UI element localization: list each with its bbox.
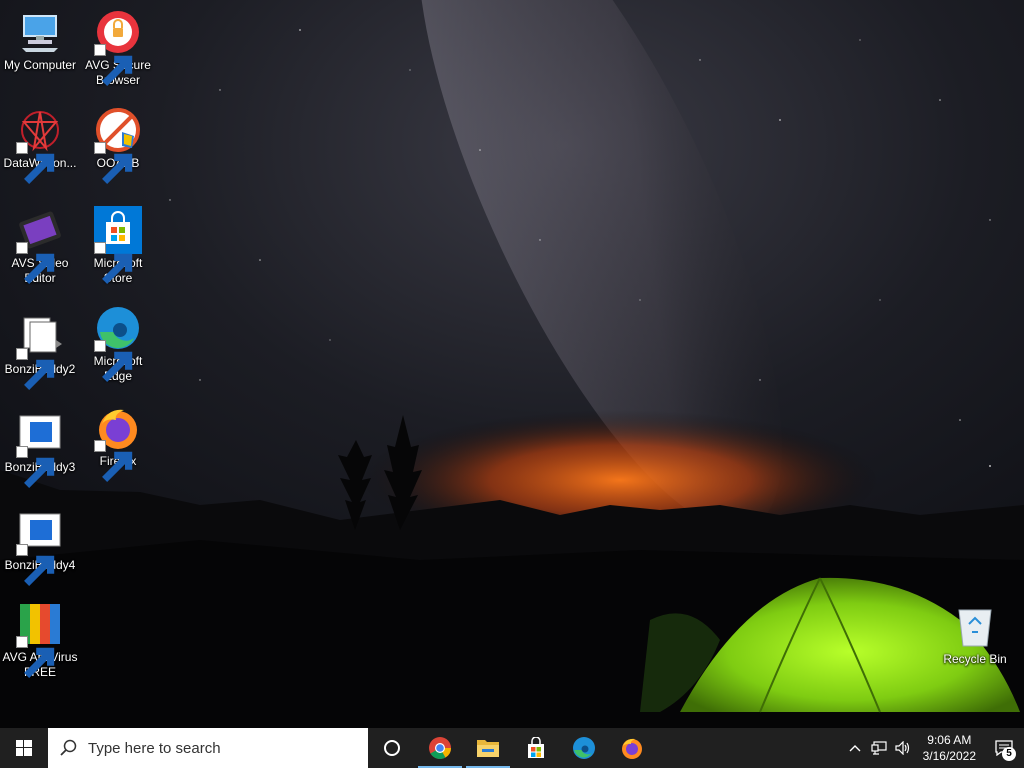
taskbar-edge[interactable] [560, 728, 608, 768]
shortcut-arrow-icon [16, 544, 55, 586]
search-icon [60, 739, 77, 756]
desktop-icon-avg-antivirus[interactable]: AVG AntiVirus FREE [0, 600, 80, 680]
desktop-icon-datawagon[interactable]: DataWagon... [0, 106, 80, 184]
desktop-icon-microsoft-store[interactable]: Microsoft Store [78, 206, 158, 286]
file-explorer-icon [477, 740, 499, 757]
network-button[interactable] [867, 728, 891, 768]
chevron-up-icon [849, 745, 861, 752]
show-hidden-icons-button[interactable] [843, 728, 867, 768]
taskbar-firefox[interactable] [608, 728, 656, 768]
shortcut-arrow-icon [16, 446, 55, 488]
shortcut-arrow-icon [94, 242, 133, 284]
desktop-icon-label: Recycle Bin [943, 652, 1007, 666]
desktop-icon-firefox[interactable]: Firefox [78, 404, 158, 482]
desktop-icon-label: My Computer [3, 58, 77, 72]
start-button[interactable] [0, 728, 48, 768]
desktop-icon-bonzibuddy4[interactable]: BonziBuddy4 [0, 508, 80, 586]
shortcut-arrow-icon [94, 440, 133, 482]
search-input[interactable]: Type here to search [48, 728, 368, 768]
cortana-icon [384, 740, 400, 756]
desktop-icon-microsoft-edge[interactable]: Microsoft Edge [78, 304, 158, 384]
system-tray: 9:06 AM 3/16/2022 5 [843, 728, 1024, 768]
shortcut-arrow-icon [94, 44, 133, 86]
desktop-icon-ooapb[interactable]: OOAPB [78, 106, 158, 184]
desktop-icon-avg-secure-browser[interactable]: AVG Secure Browser [78, 8, 158, 88]
desktop-icon-recycle-bin[interactable]: Recycle Bin [935, 602, 1015, 667]
edge-icon [573, 737, 595, 759]
clock-time: 9:06 AM [927, 733, 972, 747]
windows-logo-icon [16, 740, 32, 756]
recycle-bin-icon [958, 609, 992, 647]
shortcut-arrow-icon [16, 348, 55, 390]
firefox-icon [622, 738, 642, 759]
volume-button[interactable] [891, 728, 915, 768]
taskbar: Type here to search 9:06 AM 3/16/2022 5 [0, 728, 1024, 768]
taskbar-file-explorer[interactable] [464, 728, 512, 768]
desktop-icon-bonzibuddy2[interactable]: BonziBuddy2 [0, 312, 80, 390]
shortcut-arrow-icon [16, 242, 55, 284]
clock-date: 3/16/2022 [922, 749, 976, 763]
taskbar-microsoft-store[interactable] [512, 728, 560, 768]
desktop-icon-bonzibuddy3[interactable]: BonziBuddy3 [0, 410, 80, 488]
taskbar-chrome[interactable] [416, 728, 464, 768]
notification-count-badge: 5 [1002, 747, 1016, 761]
action-center-button[interactable]: 5 [984, 728, 1024, 768]
shortcut-arrow-icon [94, 340, 133, 382]
clock[interactable]: 9:06 AM 3/16/2022 [915, 732, 984, 764]
speaker-icon [895, 741, 909, 755]
network-icon [871, 741, 887, 755]
computer-icon [22, 15, 58, 52]
shortcut-arrow-icon [94, 142, 133, 184]
desktop-icon-my-computer[interactable]: My Computer [0, 8, 80, 73]
cortana-button[interactable] [368, 728, 416, 768]
search-placeholder: Type here to search [88, 739, 221, 757]
shortcut-arrow-icon [16, 142, 55, 184]
store-icon [528, 737, 544, 758]
chrome-icon [429, 737, 451, 759]
desktop-icon-avs-video-editor[interactable]: AVS Video Editor [0, 206, 80, 286]
shortcut-arrow-icon [16, 636, 55, 678]
